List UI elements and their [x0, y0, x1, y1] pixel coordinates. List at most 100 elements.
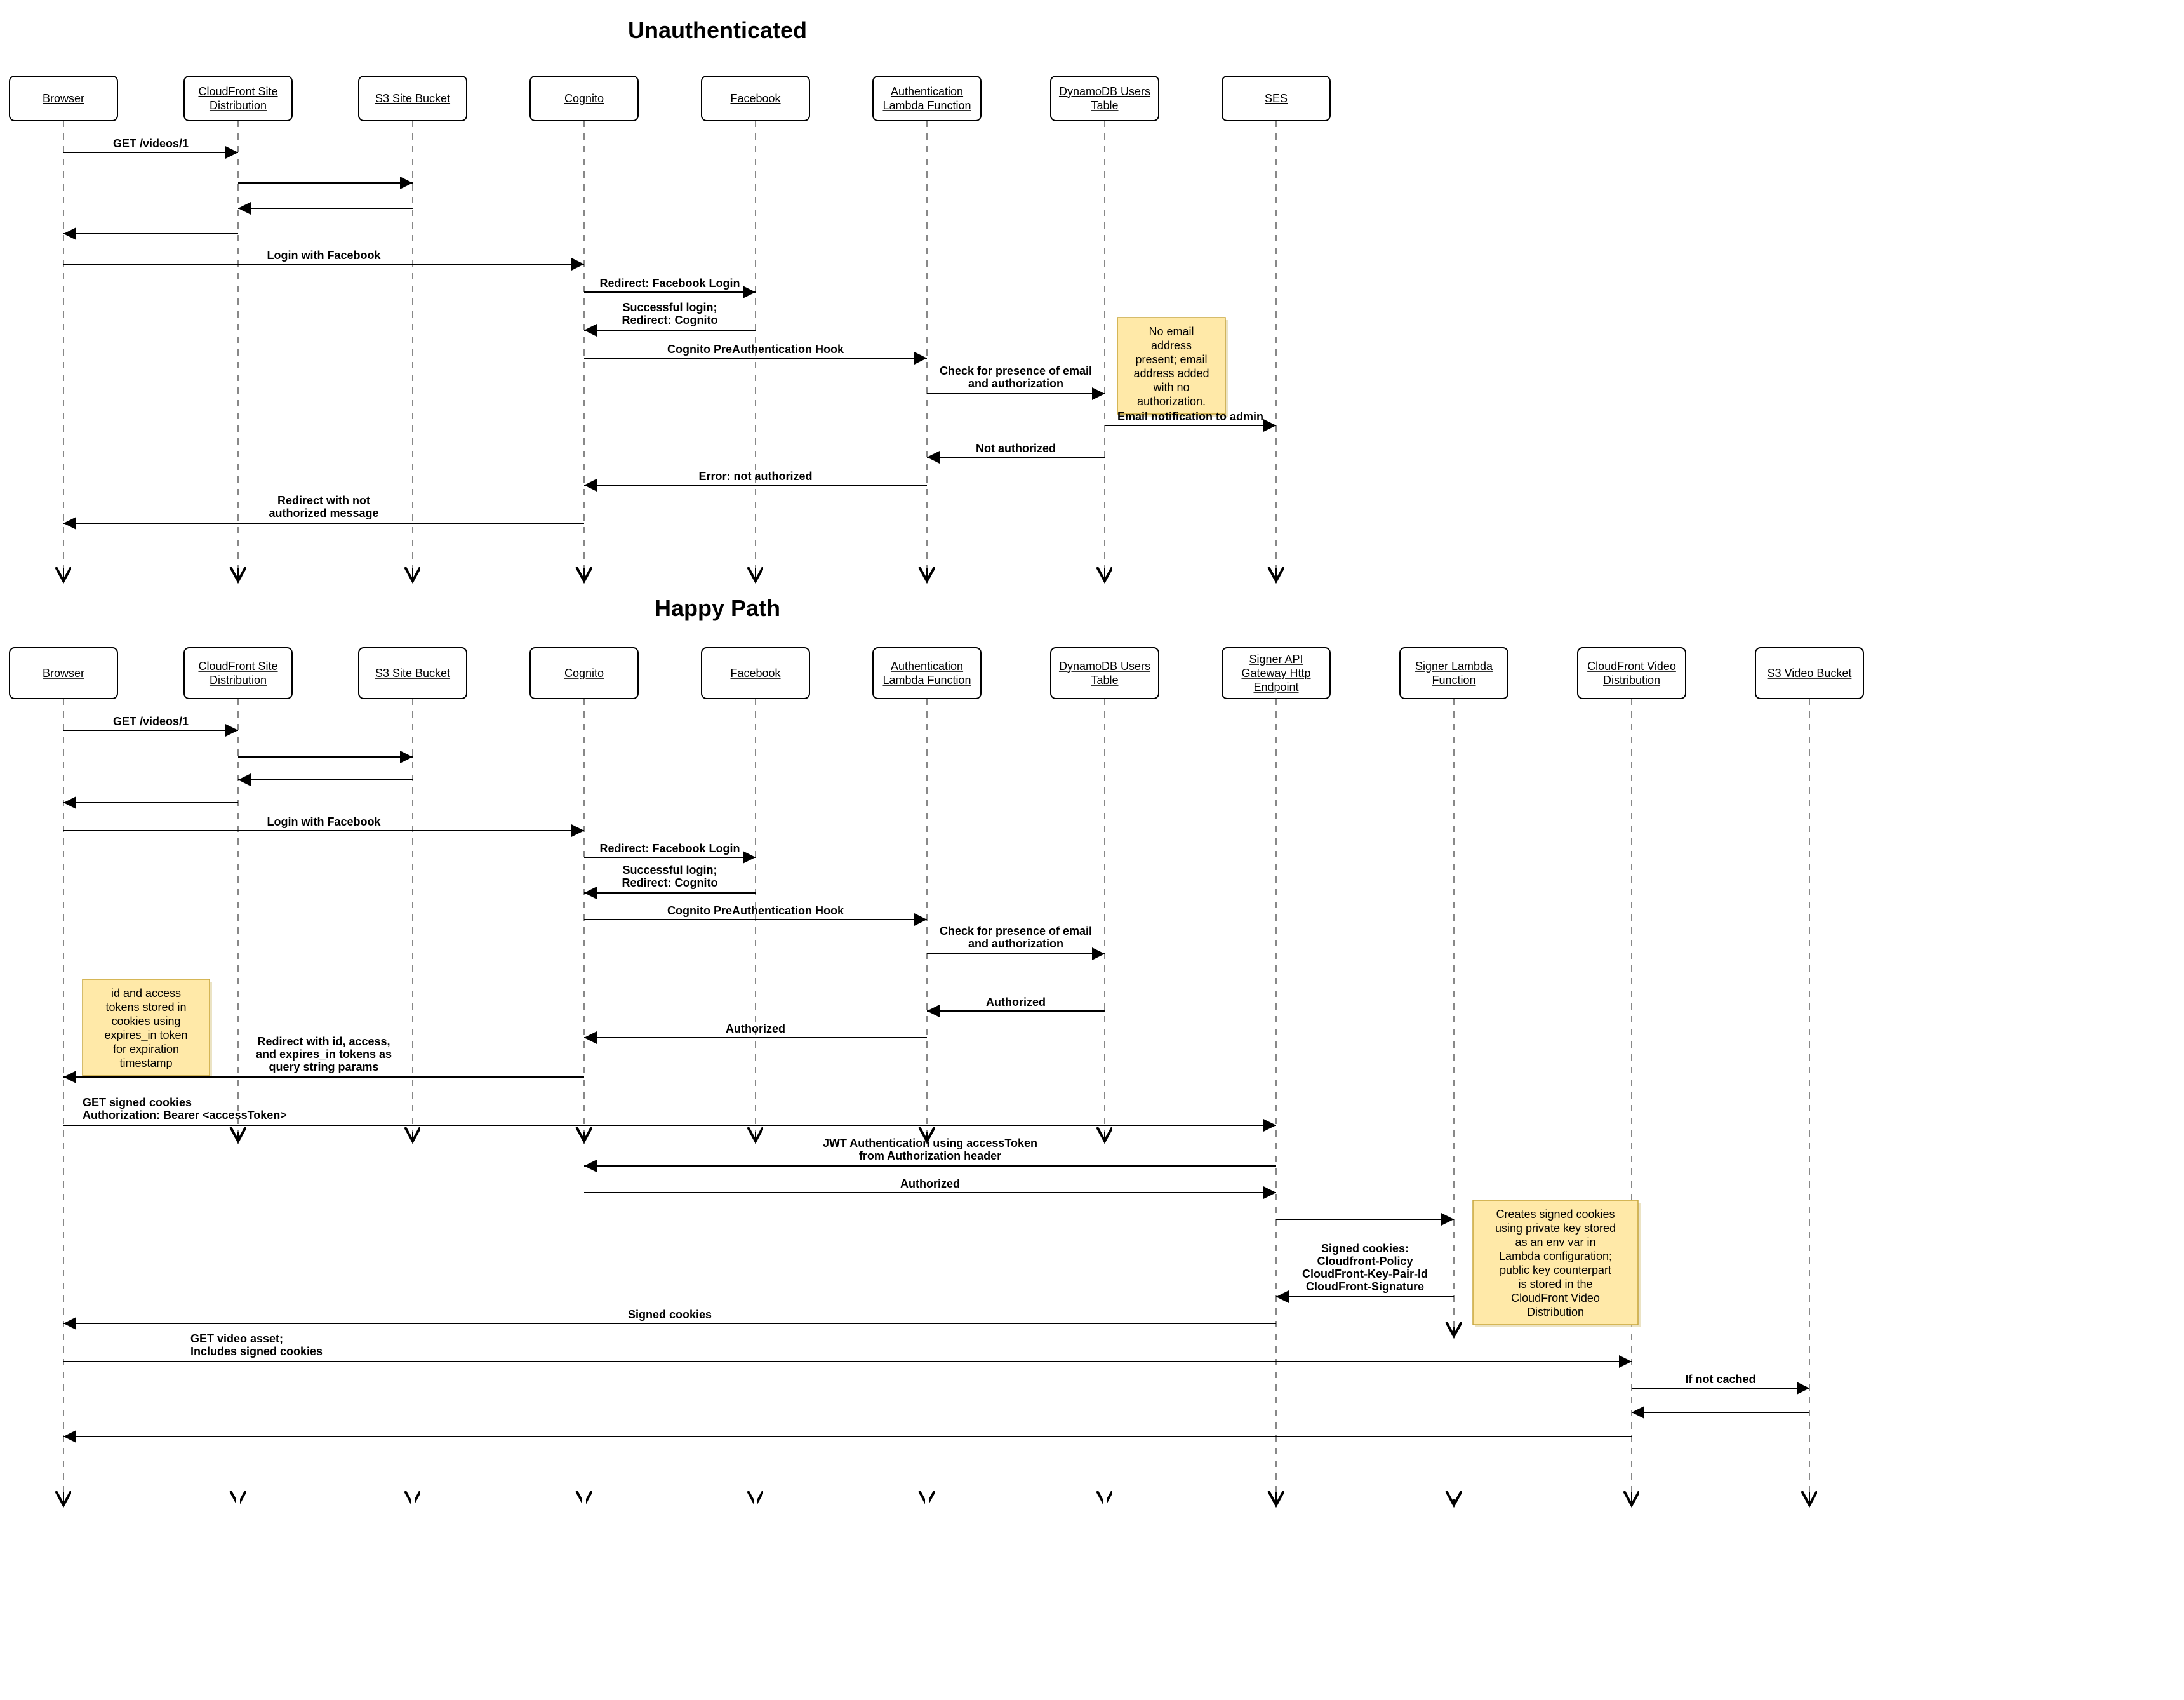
- d2-actor-1-label: CloudFront Site: [198, 660, 277, 673]
- d1-m10a: Redirect with not: [277, 494, 370, 507]
- d1-note1-line: with no: [1152, 381, 1189, 394]
- d2-m10b: Authorization: Bearer <accessToken>: [83, 1109, 287, 1121]
- d2-actor-8-label: Function: [1432, 674, 1475, 686]
- d1-m8: Not authorized: [976, 442, 1056, 455]
- d1-m3: Redirect: Facebook Login: [599, 277, 740, 290]
- d1-m9: Error: not authorized: [699, 470, 813, 483]
- d1-actor-6: [1051, 76, 1159, 121]
- d2-note1-line: expires_in token: [104, 1029, 187, 1042]
- d2-note1-line: cookies using: [111, 1015, 180, 1027]
- d2-m9b: and expires_in tokens as: [256, 1048, 392, 1061]
- d1-m10b: authorized message: [269, 507, 378, 519]
- d2-actor-9-label: CloudFront Video: [1587, 660, 1676, 673]
- d2-mask-5: [925, 1144, 929, 1511]
- d2-actor-2-label: S3 Site Bucket: [375, 667, 450, 679]
- d2-m13a: Signed cookies:: [1321, 1242, 1409, 1255]
- d2-m12: Authorized: [900, 1177, 960, 1190]
- d2-actor-5-label: Authentication: [891, 660, 963, 673]
- d2-m2: Login with Facebook: [267, 815, 382, 828]
- d2-actor-9-label: Distribution: [1603, 674, 1660, 686]
- d2-note2-line: CloudFront Video: [1511, 1292, 1600, 1304]
- d2-m14: Signed cookies: [628, 1308, 712, 1321]
- d1-m7: Email notification to admin: [1117, 410, 1263, 423]
- d2-actor-6: [1051, 648, 1159, 699]
- d2-note2-line: is stored in the: [1518, 1278, 1592, 1290]
- d1-actor-5-label: Authentication: [891, 85, 963, 98]
- d2-m15a: GET video asset;: [190, 1332, 283, 1345]
- d1-actor-3-label: Cognito: [564, 92, 604, 105]
- d2-m11a: JWT Authentication using accessToken: [823, 1137, 1037, 1149]
- d2-note2-line: Lambda configuration;: [1499, 1250, 1612, 1262]
- d2-m1: GET /videos/1: [113, 715, 189, 728]
- d2-note1-line: tokens stored in: [105, 1001, 186, 1014]
- d2-actor-6-label: Table: [1091, 674, 1118, 686]
- d2-m11b: from Authorization header: [859, 1149, 1001, 1162]
- d2-m4a: Successful login;: [622, 864, 717, 876]
- d2-actor-5: [873, 648, 981, 699]
- d1-m2: Login with Facebook: [267, 249, 382, 262]
- d2-actor-0-label: Browser: [43, 667, 84, 679]
- d2-mask-6: [1103, 1144, 1107, 1511]
- d1-actor-6-label: DynamoDB Users: [1059, 85, 1150, 98]
- d2-mask-2: [411, 1144, 415, 1511]
- d1-actor-4-label: Facebook: [730, 92, 781, 105]
- d1-m5: Cognito PreAuthentication Hook: [667, 343, 844, 356]
- d2-actor-5-label: Lambda Function: [882, 674, 971, 686]
- d1-actor-5: [873, 76, 981, 121]
- d1-actor-1: [184, 76, 292, 121]
- d2-m13d: CloudFront-Signature: [1306, 1280, 1424, 1293]
- d2-m6a: Check for presence of email: [940, 925, 1092, 937]
- d2-m13c: CloudFront-Key-Pair-Id: [1302, 1268, 1428, 1280]
- d2-m7: Authorized: [986, 996, 1046, 1008]
- diagram1-title: Unauthenticated: [628, 17, 807, 43]
- d2-m15b: Includes signed cookies: [190, 1345, 323, 1358]
- d2-m5: Cognito PreAuthentication Hook: [667, 904, 844, 917]
- d1-actor-7-label: SES: [1265, 92, 1288, 105]
- d2-actor-1: [184, 648, 292, 699]
- d2-actor-4-label: Facebook: [730, 667, 781, 679]
- d1-actor-1-label: Distribution: [210, 99, 267, 112]
- d1-actor-0-label: Browser: [43, 92, 84, 105]
- d2-m9a: Redirect with id, access,: [257, 1035, 390, 1048]
- d2-mask-1: [236, 1144, 240, 1511]
- d2-note2-line: using private key stored: [1495, 1222, 1616, 1235]
- d2-note2-line: Creates signed cookies: [1496, 1208, 1615, 1221]
- d1-m4a: Successful login;: [622, 301, 717, 314]
- d1-m4b: Redirect: Cognito: [622, 314, 718, 326]
- d1-note1-line: address: [1151, 339, 1192, 352]
- d2-note2-line: public key counterpart: [1500, 1264, 1611, 1276]
- d1-actor-5-label: Lambda Function: [882, 99, 971, 112]
- d1-m1: GET /videos/1: [113, 137, 189, 150]
- d2-m4b: Redirect: Cognito: [622, 876, 718, 889]
- d1-m6a: Check for presence of email: [940, 365, 1092, 377]
- d2-note1-line: timestamp: [119, 1057, 172, 1069]
- d2-actor-7-label: Endpoint: [1253, 681, 1298, 693]
- d1-actor-2-label: S3 Site Bucket: [375, 92, 450, 105]
- d2-mask-4: [754, 1144, 757, 1511]
- d2-actor-3-label: Cognito: [564, 667, 604, 679]
- d2-m10a: GET signed cookies: [83, 1096, 192, 1109]
- d2-m8: Authorized: [726, 1022, 785, 1035]
- d2-note2-line: as an env var in: [1515, 1236, 1595, 1248]
- d2-m13b: Cloudfront-Policy: [1317, 1255, 1413, 1268]
- d2-note2-line: Distribution: [1527, 1306, 1584, 1318]
- d2-m16: If not cached: [1685, 1373, 1755, 1386]
- d1-note1-line: No email: [1149, 325, 1194, 338]
- d1-actor-6-label: Table: [1091, 99, 1118, 112]
- d1-actor-1-label: CloudFront Site: [198, 85, 277, 98]
- d1-note1-line: present; email: [1135, 353, 1207, 366]
- d1-note1-line: address added: [1133, 367, 1209, 380]
- d2-actor-7-label: Signer API: [1249, 653, 1303, 666]
- d2-m6b: and authorization: [968, 937, 1063, 950]
- d1-m6b: and authorization: [968, 377, 1063, 390]
- d2-m3: Redirect: Facebook Login: [599, 842, 740, 855]
- d2-actor-7-label: Gateway Http: [1241, 667, 1310, 679]
- d2-actor-8-label: Signer Lambda: [1415, 660, 1493, 673]
- d2-mask-8: [1452, 1330, 1456, 1499]
- d2-actor-8: [1400, 648, 1508, 699]
- d1-note1-line: authorization.: [1137, 395, 1206, 408]
- d2-mask-cognito: [582, 1169, 586, 1496]
- d2-actor-10-label: S3 Video Bucket: [1768, 667, 1852, 679]
- d2-actor-6-label: DynamoDB Users: [1059, 660, 1150, 673]
- d2-note1-line: for expiration: [113, 1043, 179, 1055]
